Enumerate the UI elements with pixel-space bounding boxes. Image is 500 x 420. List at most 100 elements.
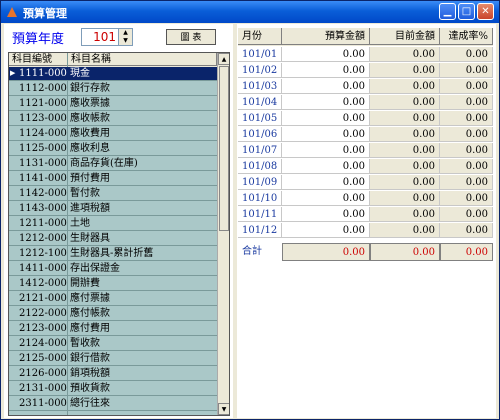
account-code[interactable]: 1142-000 <box>19 187 67 200</box>
account-name[interactable]: 土地 <box>70 217 90 230</box>
account-row[interactable]: 1124-000 應收費用 <box>9 127 217 141</box>
minimize-button[interactable]: ▁ <box>439 3 456 20</box>
account-code[interactable]: 1143-000 <box>19 202 67 215</box>
account-code[interactable]: 2126-000 <box>19 367 67 380</box>
header-account-name[interactable]: 科目名稱 <box>68 53 217 66</box>
budget-row[interactable]: 101/10 0.00 0.00 0.00 <box>238 191 493 207</box>
header-month[interactable]: 月份 <box>238 28 282 45</box>
budget-amount-cell[interactable]: 0.00 <box>282 207 370 222</box>
account-code[interactable]: 1412-000 <box>19 277 67 290</box>
account-row[interactable]: 1211-000 土地 <box>9 217 217 231</box>
account-code[interactable]: 1131-000 <box>19 157 67 170</box>
account-code[interactable]: 1124-000 <box>19 127 67 140</box>
scroll-down-icon[interactable]: ▼ <box>218 403 229 415</box>
account-row[interactable]: 2126-000 銷項稅額 <box>9 367 217 381</box>
maximize-button[interactable]: □ <box>458 3 475 20</box>
scroll-up-icon[interactable]: ▲ <box>218 53 229 65</box>
account-row[interactable]: 2124-000 暫收款 <box>9 337 217 351</box>
account-row[interactable]: 2122-000 應付帳款 <box>9 307 217 321</box>
header-account-code[interactable]: 科目編號 <box>9 53 68 66</box>
account-row[interactable]: 1412-000 開辦費 <box>9 277 217 291</box>
budget-amount-cell[interactable]: 0.00 <box>282 159 370 174</box>
header-current-amount[interactable]: 目前金額 <box>370 28 440 45</box>
account-row[interactable]: 1131-000 商品存貨(在庫) <box>9 157 217 171</box>
account-row[interactable]: 1121-000 應收票據 <box>9 97 217 111</box>
account-row[interactable]: 1141-000 預付費用 <box>9 172 217 186</box>
account-name[interactable]: 生財器具-累計折舊 <box>70 247 153 260</box>
account-code[interactable]: 2125-000 <box>19 352 67 365</box>
account-code[interactable]: 1125-000 <box>19 142 67 155</box>
account-name[interactable]: 進項稅額 <box>70 202 110 215</box>
budget-row[interactable]: 101/05 0.00 0.00 0.00 <box>238 111 493 127</box>
account-code[interactable]: 1211-000 <box>19 217 67 230</box>
account-name[interactable]: 應付費用 <box>70 322 110 335</box>
close-button[interactable]: ✕ <box>477 3 494 20</box>
header-budget-amount[interactable]: 預算金額 <box>282 28 370 45</box>
account-row[interactable]: 1212-100 生財器具-累計折舊 <box>9 247 217 261</box>
budget-row[interactable]: 101/03 0.00 0.00 0.00 <box>238 79 493 95</box>
account-name[interactable]: 暫收款 <box>70 337 100 350</box>
budget-amount-cell[interactable]: 0.00 <box>282 191 370 206</box>
account-code[interactable]: 1121-000 <box>19 97 67 110</box>
account-name[interactable]: 應收費用 <box>70 127 110 140</box>
account-name[interactable]: 開辦費 <box>70 277 100 290</box>
account-row[interactable]: 2125-000 銀行借款 <box>9 352 217 366</box>
title-bar[interactable]: 預算管理 ▁ □ ✕ <box>1 1 499 23</box>
budget-row[interactable]: 101/11 0.00 0.00 0.00 <box>238 207 493 223</box>
account-list[interactable]: 科目編號 科目名稱 ▶ 1111-000 現金 1112-000 銀行存款 1121-00… <box>8 52 230 416</box>
account-name[interactable]: 暫付款 <box>70 187 100 200</box>
scroll-thumb[interactable] <box>219 66 229 231</box>
account-row[interactable]: 2131-000 預收貨款 <box>9 382 217 396</box>
account-code[interactable]: 1141-000 <box>19 172 67 185</box>
account-name[interactable]: 預付費用 <box>70 172 110 185</box>
account-row[interactable]: 1212-000 生財器具 <box>9 232 217 246</box>
account-code[interactable]: 1411-000 <box>19 262 67 275</box>
budget-row[interactable]: 101/09 0.00 0.00 0.00 <box>238 175 493 191</box>
spin-down-icon[interactable]: ▼ <box>119 37 132 45</box>
account-name[interactable]: 生財器具 <box>70 232 110 245</box>
account-name[interactable]: 現金 <box>70 67 90 80</box>
spin-arrows[interactable]: ▲ ▼ <box>118 29 132 45</box>
budget-year-spinner[interactable]: 101 ▲ ▼ <box>81 28 133 46</box>
budget-row[interactable]: 101/07 0.00 0.00 0.00 <box>238 143 493 159</box>
budget-amount-cell[interactable]: 0.00 <box>282 47 370 62</box>
account-code[interactable]: 1212-100 <box>19 247 67 260</box>
budget-row[interactable]: 101/04 0.00 0.00 0.00 <box>238 95 493 111</box>
account-row[interactable]: 1112-000 銀行存款 <box>9 82 217 96</box>
account-code[interactable]: 2123-000 <box>19 322 67 335</box>
account-name[interactable]: 銷項稅額 <box>70 367 110 380</box>
account-name[interactable]: 應收利息 <box>70 142 110 155</box>
budget-amount-cell[interactable]: 0.00 <box>282 143 370 158</box>
account-name[interactable]: 應收票據 <box>70 97 110 110</box>
account-row[interactable]: 1125-000 應收利息 <box>9 142 217 156</box>
account-code[interactable]: 1112-000 <box>19 82 67 95</box>
budget-year-value[interactable]: 101 <box>93 30 116 44</box>
account-code[interactable]: 2122-000 <box>19 307 67 320</box>
account-code[interactable]: 2311-000 <box>19 397 67 410</box>
account-name[interactable]: 預收貨款 <box>70 382 110 395</box>
account-name[interactable]: 應收帳款 <box>70 112 110 125</box>
account-code[interactable]: 1111-000 <box>19 67 67 80</box>
account-list-scrollbar[interactable]: ▲ ▼ <box>217 53 229 415</box>
budget-amount-cell[interactable]: 0.00 <box>282 111 370 126</box>
budget-amount-cell[interactable]: 0.00 <box>282 127 370 142</box>
account-row[interactable]: 1143-000 進項稅額 <box>9 202 217 216</box>
account-code[interactable]: 2131-000 <box>19 382 67 395</box>
header-achievement-rate[interactable]: 達成率% <box>440 28 493 45</box>
budget-amount-cell[interactable]: 0.00 <box>282 223 370 238</box>
account-row[interactable]: 1142-000 暫付款 <box>9 187 217 201</box>
account-name[interactable]: 總行往來 <box>70 397 110 410</box>
account-name[interactable]: 銀行存款 <box>70 82 110 95</box>
spin-up-icon[interactable]: ▲ <box>119 29 132 37</box>
budget-amount-cell[interactable]: 0.00 <box>282 63 370 78</box>
account-code[interactable]: 2124-000 <box>19 337 67 350</box>
budget-row[interactable]: 101/02 0.00 0.00 0.00 <box>238 63 493 79</box>
account-row[interactable]: 1411-000 存出保證金 <box>9 262 217 276</box>
account-row[interactable]: 2123-000 應付費用 <box>9 322 217 336</box>
account-row[interactable]: 2311-000 總行往來 <box>9 397 217 411</box>
budget-amount-cell[interactable]: 0.00 <box>282 79 370 94</box>
budget-row[interactable]: 101/12 0.00 0.00 0.00 <box>238 223 493 239</box>
budget-row[interactable]: 101/06 0.00 0.00 0.00 <box>238 127 493 143</box>
account-name[interactable]: 存出保證金 <box>70 262 120 275</box>
account-code[interactable]: 1123-000 <box>19 112 67 125</box>
